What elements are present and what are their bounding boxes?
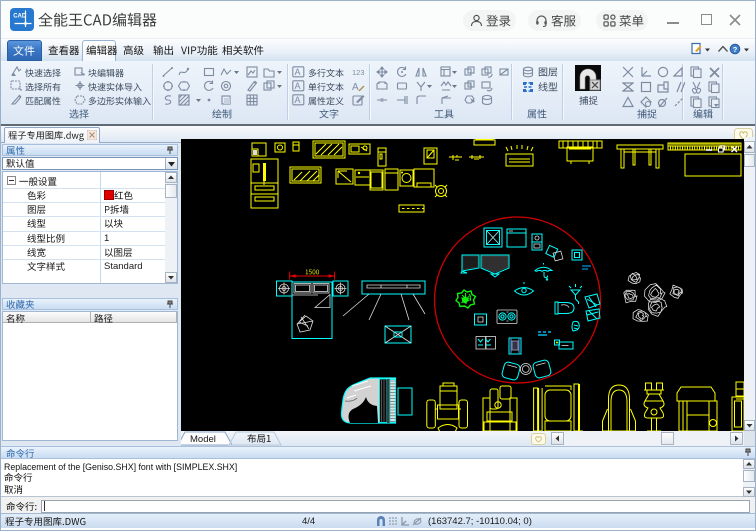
svg-text:?: ?	[733, 45, 738, 54]
